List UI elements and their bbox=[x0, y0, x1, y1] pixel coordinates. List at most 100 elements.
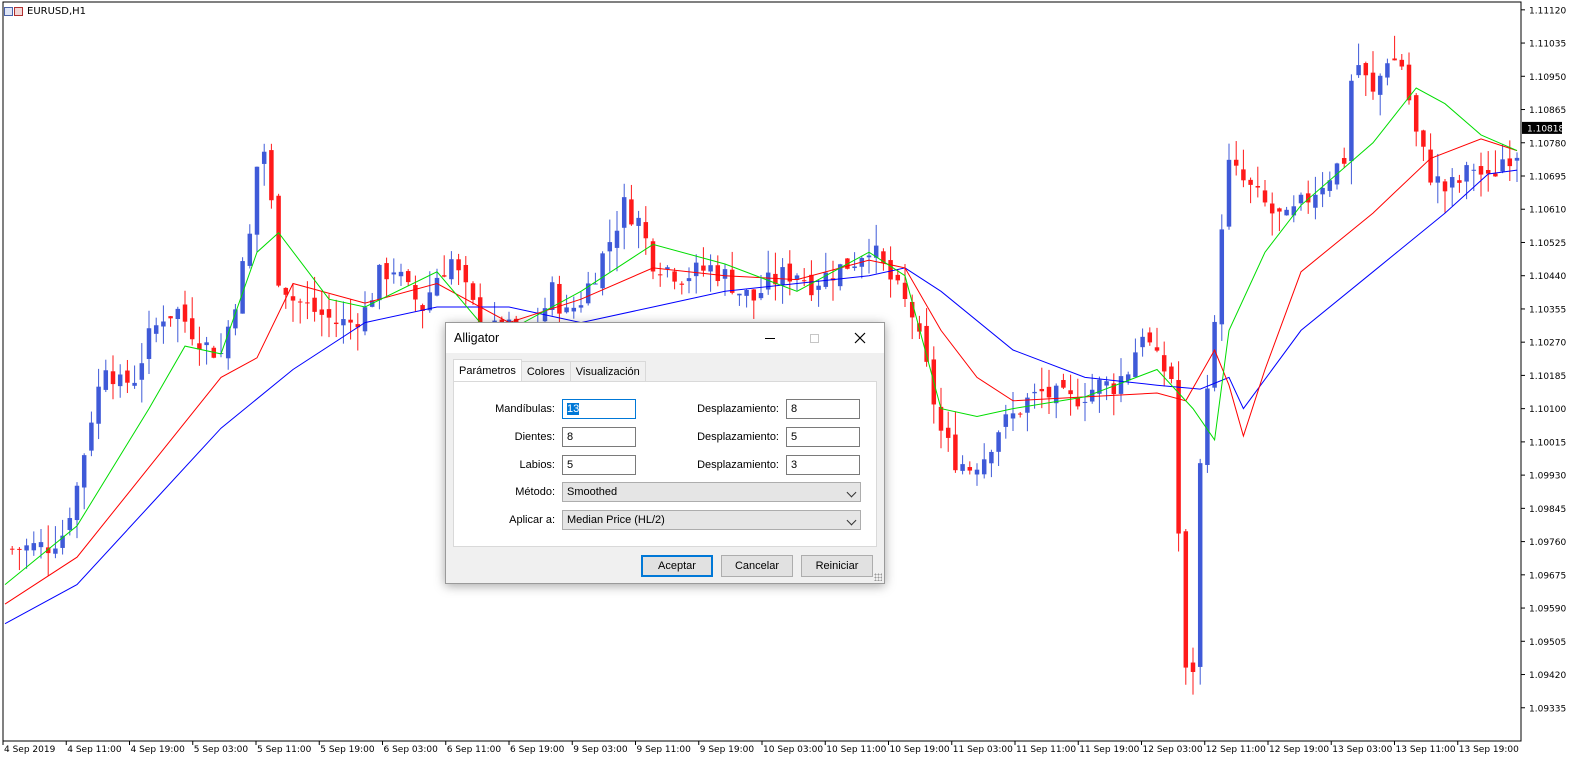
close-button[interactable] bbox=[838, 323, 882, 353]
dialog-titlebar[interactable]: Alligator bbox=[446, 323, 884, 353]
bull-candle bbox=[146, 328, 152, 359]
bull-candle bbox=[693, 262, 699, 277]
y-tick-label: 1.10015 bbox=[1529, 438, 1566, 448]
bear-candle bbox=[1255, 186, 1261, 188]
x-tick-label: 4 Sep 11:00 bbox=[67, 745, 122, 755]
bull-candle bbox=[816, 285, 821, 290]
bear-candle bbox=[888, 260, 893, 280]
bull-candle bbox=[153, 325, 159, 334]
bull-candle bbox=[1313, 194, 1318, 208]
method-select[interactable]: Smoothed bbox=[562, 482, 861, 502]
x-tick-label: 10 Sep 19:00 bbox=[890, 745, 950, 755]
bear-candle bbox=[1399, 59, 1405, 67]
bull-candle bbox=[96, 386, 101, 424]
bull-candle bbox=[614, 230, 620, 248]
bear-candle bbox=[1493, 173, 1498, 177]
bull-candle bbox=[1089, 389, 1095, 402]
bull-candle bbox=[1464, 165, 1469, 182]
bear-candle bbox=[441, 275, 447, 277]
bear-candle bbox=[701, 265, 706, 271]
bear-candle bbox=[319, 309, 325, 315]
bear-candle bbox=[1442, 181, 1448, 192]
y-tick-label: 1.10780 bbox=[1529, 139, 1566, 149]
bear-candle bbox=[182, 304, 188, 322]
bull-candle bbox=[1010, 413, 1016, 419]
apply-to-select[interactable]: Median Price (HL/2) bbox=[562, 510, 861, 530]
bull-candle bbox=[621, 197, 627, 228]
minimize-button[interactable] bbox=[748, 323, 792, 353]
current-price-label: 1.10818 bbox=[1527, 124, 1564, 134]
jaw-period-value: 13 bbox=[567, 403, 580, 415]
y-tick-label: 1.09590 bbox=[1529, 605, 1566, 615]
bull-candle bbox=[434, 277, 440, 296]
bear-candle bbox=[945, 427, 951, 438]
bear-candle bbox=[557, 283, 562, 314]
bear-candle bbox=[809, 274, 814, 296]
tab-parametros[interactable]: Parámetros bbox=[453, 359, 522, 381]
bull-candle bbox=[67, 518, 73, 530]
y-tick-label: 1.11120 bbox=[1529, 6, 1566, 16]
x-tick-label: 11 Sep 11:00 bbox=[1016, 745, 1076, 755]
x-tick-label: 4 Sep 2019 bbox=[4, 745, 56, 755]
bull-candle bbox=[24, 545, 29, 551]
bull-candle bbox=[564, 307, 569, 313]
bear-candle bbox=[1017, 413, 1023, 415]
bull-candle bbox=[449, 259, 454, 280]
bear-candle bbox=[1248, 179, 1253, 185]
bear-candle bbox=[189, 318, 195, 340]
tab-visualizacion[interactable]: Visualización bbox=[569, 361, 646, 381]
bear-candle bbox=[1241, 169, 1246, 181]
bull-candle bbox=[341, 319, 346, 326]
dialog-title: Alligator bbox=[454, 331, 500, 345]
bear-candle bbox=[1478, 166, 1484, 175]
reset-button[interactable]: Reiniciar bbox=[801, 555, 873, 577]
bear-candle bbox=[276, 195, 281, 286]
teeth-shift-input[interactable]: 5 bbox=[786, 427, 860, 447]
cancel-button[interactable]: Cancelar bbox=[721, 555, 793, 577]
bear-candle bbox=[384, 263, 389, 280]
bull-candle bbox=[1284, 209, 1289, 216]
parameters-panel: Mandíbulas: 13 Desplazamiento: 8 Dientes… bbox=[453, 381, 877, 547]
bull-candle bbox=[636, 217, 641, 226]
bear-candle bbox=[1363, 63, 1369, 76]
y-tick-label: 1.10950 bbox=[1529, 73, 1566, 83]
bull-candle bbox=[607, 242, 613, 252]
tab-colores[interactable]: Colores bbox=[520, 361, 571, 381]
lips-shift-input[interactable]: 3 bbox=[786, 455, 860, 475]
bear-candle bbox=[1413, 95, 1419, 132]
bear-candle bbox=[456, 259, 461, 271]
resize-grip-icon[interactable] bbox=[874, 573, 882, 581]
bull-candle bbox=[31, 543, 37, 551]
teeth-period-input[interactable]: 8 bbox=[562, 427, 636, 447]
bull-candle bbox=[132, 382, 137, 386]
bear-candle bbox=[801, 280, 807, 282]
bull-candle bbox=[161, 321, 166, 327]
y-tick-label: 1.09335 bbox=[1529, 704, 1566, 714]
bear-candle bbox=[1061, 380, 1066, 388]
y-tick-label: 1.10355 bbox=[1529, 305, 1566, 315]
jaw-shift-input[interactable]: 8 bbox=[786, 399, 860, 419]
bear-candle bbox=[1341, 158, 1347, 164]
lips-shift-label: Desplazamiento: bbox=[697, 459, 779, 471]
bear-candle bbox=[1370, 72, 1376, 92]
bear-candle bbox=[1176, 380, 1181, 534]
bull-candle bbox=[1435, 176, 1441, 183]
bear-candle bbox=[305, 302, 310, 304]
lips-period-input[interactable]: 5 bbox=[562, 455, 636, 475]
bull-candle bbox=[427, 292, 433, 311]
bull-candle bbox=[1140, 336, 1145, 348]
y-tick-label: 1.10610 bbox=[1529, 206, 1566, 216]
bear-candle bbox=[1457, 180, 1462, 183]
ok-button[interactable]: Aceptar bbox=[641, 555, 713, 577]
bear-candle bbox=[1161, 355, 1167, 372]
bear-candle bbox=[715, 265, 721, 282]
jaw-period-input[interactable]: 13 bbox=[562, 399, 636, 419]
y-tick-label: 1.09505 bbox=[1529, 638, 1566, 648]
bear-candle bbox=[333, 322, 339, 325]
bull-candle bbox=[737, 293, 742, 296]
bear-candle bbox=[405, 271, 411, 283]
bear-candle bbox=[290, 296, 296, 301]
x-tick-label: 12 Sep 19:00 bbox=[1269, 745, 1329, 755]
alligator-dialog[interactable]: Alligator Parámetros Colores Visualizaci… bbox=[445, 322, 885, 584]
x-tick-label: 4 Sep 19:00 bbox=[131, 745, 186, 755]
